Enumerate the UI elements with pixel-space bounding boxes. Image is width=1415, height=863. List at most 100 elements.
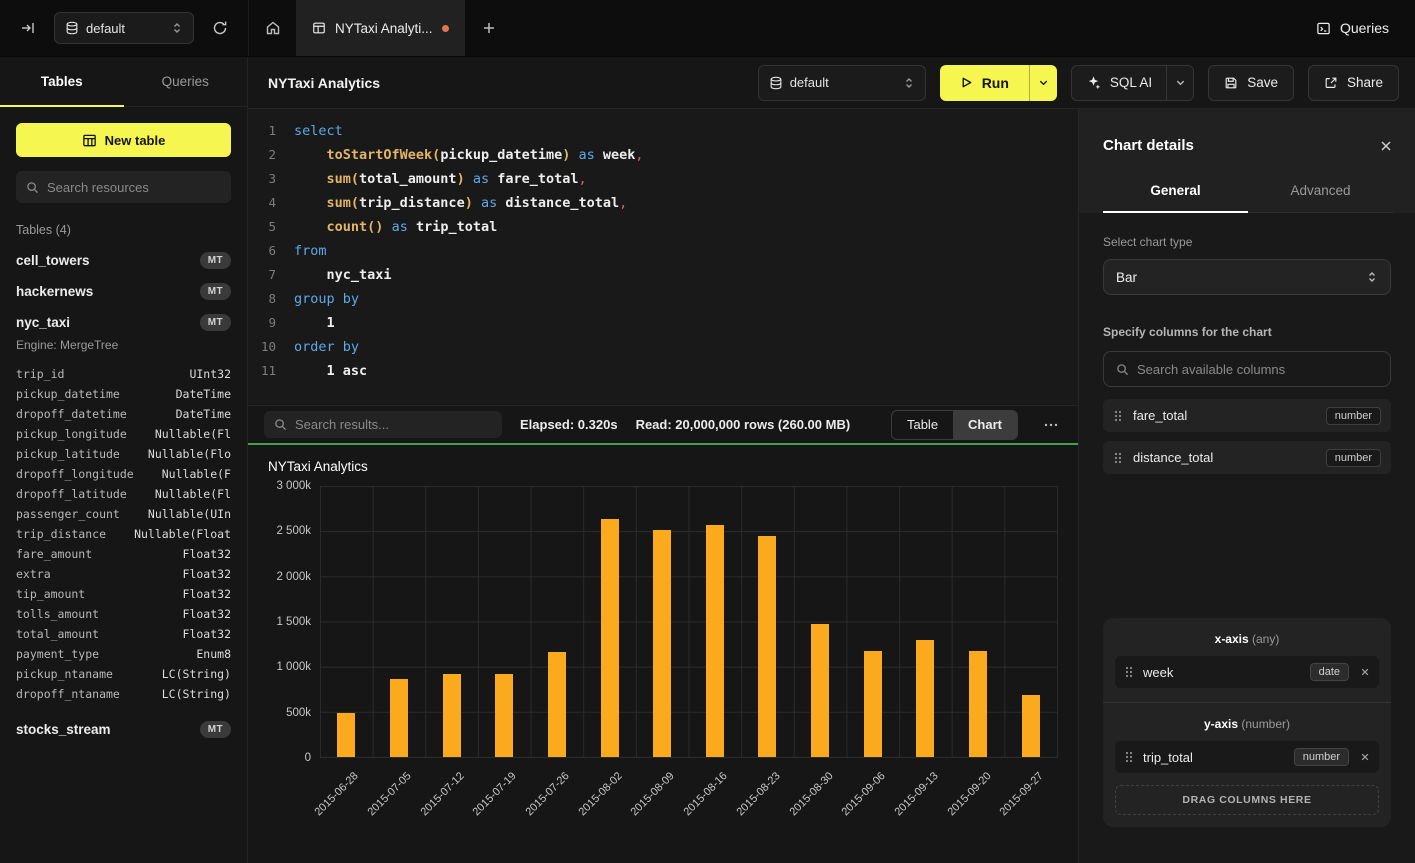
sidebar-tab-queries[interactable]: Queries — [124, 57, 248, 106]
editor-line[interactable]: 8group by — [248, 287, 1078, 311]
columns-search-input[interactable] — [1137, 362, 1378, 377]
table-column-row[interactable]: payment_typeEnum8 — [16, 644, 231, 664]
chart-bar[interactable] — [864, 651, 882, 757]
sql-ai-dropdown-button[interactable] — [1166, 66, 1193, 100]
table-column-row[interactable]: pickup_latitudeNullable(Flo — [16, 444, 231, 464]
chart-bar[interactable] — [653, 530, 671, 757]
tab-advanced[interactable]: Advanced — [1248, 170, 1393, 213]
editor-line[interactable]: 3 sum(total_amount) as fare_total, — [248, 167, 1078, 191]
save-button[interactable]: Save — [1208, 65, 1294, 101]
table-name: stocks_stream — [16, 722, 111, 737]
plus-icon — [482, 21, 496, 35]
table-row-stocks-stream[interactable]: stocks_stream MT — [0, 714, 247, 745]
editor-line[interactable]: 4 sum(trip_distance) as distance_total, — [248, 191, 1078, 215]
editor-line[interactable]: 6from — [248, 239, 1078, 263]
table-column-row[interactable]: dropoff_longitudeNullable(F — [16, 464, 231, 484]
table-column-row[interactable]: fare_amountFloat32 — [16, 544, 231, 564]
query-database-selector[interactable]: default — [758, 65, 926, 101]
chart-bar[interactable] — [390, 679, 408, 757]
chart-bar[interactable] — [495, 674, 513, 757]
chart-bar[interactable] — [916, 640, 934, 757]
tab-general[interactable]: General — [1103, 170, 1248, 213]
chart-bar[interactable] — [758, 536, 776, 757]
chart-bar[interactable] — [811, 624, 829, 757]
table-row-hackernews[interactable]: hackernews MT — [0, 276, 247, 307]
chart-bar[interactable] — [1022, 695, 1040, 757]
column-name: dropoff_latitude — [16, 484, 127, 504]
results-search[interactable] — [264, 411, 502, 438]
chart-bar[interactable] — [969, 651, 987, 757]
column-type: Nullable(F — [162, 464, 231, 484]
x-tick-label: 2015-09-06 — [840, 770, 888, 818]
bar-slot — [583, 486, 636, 757]
chart-bar[interactable] — [337, 713, 355, 757]
chart-type-select[interactable]: Bar — [1103, 259, 1391, 295]
sql-ai-button[interactable]: SQL AI — [1072, 75, 1166, 90]
table-column-row[interactable]: passenger_countNullable(UIn — [16, 504, 231, 524]
column-type: DateTime — [176, 404, 231, 424]
drag-handle-icon[interactable] — [1113, 409, 1123, 423]
available-column-row[interactable]: distance_totalnumber — [1103, 441, 1391, 474]
x-axis-column-row[interactable]: week date — [1115, 656, 1379, 688]
chart-bar[interactable] — [601, 519, 619, 757]
editor-line[interactable]: 11 1 asc — [248, 359, 1078, 383]
sidebar-tab-tables[interactable]: Tables — [0, 57, 124, 106]
table-column-row[interactable]: tolls_amountFloat32 — [16, 604, 231, 624]
chart-bar[interactable] — [706, 525, 724, 757]
column-name: trip_total — [1143, 750, 1193, 765]
queries-button[interactable]: Queries — [1316, 20, 1389, 36]
editor-line[interactable]: 2 toStartOfWeek(pickup_datetime) as week… — [248, 143, 1078, 167]
topbar-database-selector[interactable]: default — [54, 12, 194, 44]
table-column-row[interactable]: pickup_longitudeNullable(Fl — [16, 424, 231, 444]
editor-line[interactable]: 1select — [248, 119, 1078, 143]
table-column-row[interactable]: extraFloat32 — [16, 564, 231, 584]
editor-line[interactable]: 5 count() as trip_total — [248, 215, 1078, 239]
view-toggle-chart[interactable]: Chart — [953, 411, 1017, 439]
home-tab-button[interactable] — [248, 0, 296, 56]
view-toggle-table[interactable]: Table — [892, 411, 953, 439]
y-axis-column-row[interactable]: trip_total number — [1115, 741, 1379, 773]
refresh-icon[interactable] — [206, 14, 234, 42]
close-icon[interactable] — [1379, 139, 1393, 153]
table-column-row[interactable]: dropoff_datetimeDateTime — [16, 404, 231, 424]
collapse-sidebar-icon[interactable] — [14, 14, 42, 42]
x-tick-label: 2015-06-28 — [313, 770, 361, 818]
drag-columns-dropzone[interactable]: DRAG COLUMNS HERE — [1115, 785, 1379, 815]
run-button[interactable]: Run — [940, 65, 1029, 101]
tab-nytaxi-analytics[interactable]: NYTaxi Analyti... — [296, 0, 465, 56]
table-row-nyc-taxi[interactable]: nyc_taxi MT — [0, 307, 247, 338]
run-dropdown-button[interactable] — [1029, 65, 1057, 101]
editor-line[interactable]: 10order by — [248, 335, 1078, 359]
chart-bar[interactable] — [548, 652, 566, 757]
chart-bar[interactable] — [443, 674, 461, 757]
drag-handle-icon[interactable] — [1113, 451, 1123, 465]
new-tab-button[interactable] — [465, 0, 513, 56]
table-column-row[interactable]: trip_idUInt32 — [16, 364, 231, 384]
table-column-row[interactable]: tip_amountFloat32 — [16, 584, 231, 604]
results-search-input[interactable] — [295, 417, 492, 432]
columns-search[interactable] — [1103, 351, 1391, 387]
table-column-row[interactable]: pickup_ntanameLC(String) — [16, 664, 231, 684]
table-column-row[interactable]: pickup_datetimeDateTime — [16, 384, 231, 404]
share-button[interactable]: Share — [1308, 65, 1399, 101]
sidebar-search[interactable] — [16, 171, 231, 203]
remove-icon[interactable] — [1360, 667, 1370, 677]
editor-line[interactable]: 7 nyc_taxi — [248, 263, 1078, 287]
results-more-button[interactable] — [1036, 417, 1066, 433]
columns-section-label: Specify columns for the chart — [1103, 325, 1391, 339]
table-row-cell-towers[interactable]: cell_towers MT — [0, 245, 247, 276]
new-table-button[interactable]: New table — [16, 123, 231, 157]
table-column-row[interactable]: dropoff_ntanameLC(String) — [16, 684, 231, 704]
column-type: Enum8 — [196, 644, 231, 664]
drag-handle-icon[interactable] — [1124, 750, 1134, 764]
available-column-row[interactable]: fare_totalnumber — [1103, 399, 1391, 432]
drag-handle-icon[interactable] — [1124, 665, 1134, 679]
table-column-row[interactable]: dropoff_latitudeNullable(Fl — [16, 484, 231, 504]
table-column-row[interactable]: trip_distanceNullable(Float — [16, 524, 231, 544]
x-slot: 2015-08-30 — [794, 764, 847, 863]
table-column-row[interactable]: total_amountFloat32 — [16, 624, 231, 644]
remove-icon[interactable] — [1360, 752, 1370, 762]
sidebar-search-input[interactable] — [47, 180, 221, 195]
sql-editor[interactable]: 1select2 toStartOfWeek(pickup_datetime) … — [248, 109, 1078, 405]
editor-line[interactable]: 9 1 — [248, 311, 1078, 335]
